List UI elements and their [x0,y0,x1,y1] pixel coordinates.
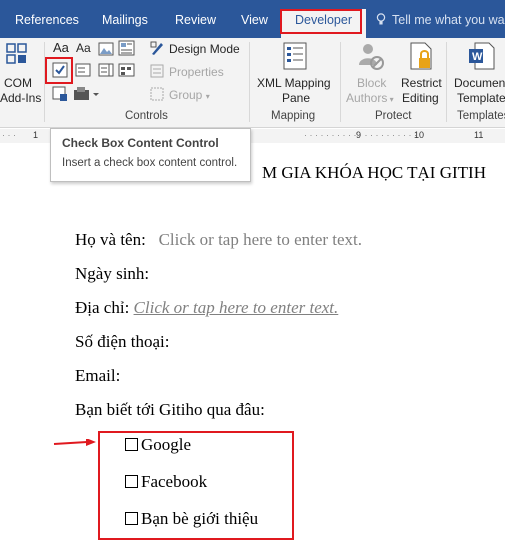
document-template-label-1[interactable]: Documen [454,76,505,90]
controls-group-label: Controls [125,110,168,122]
checkbox-icon[interactable] [125,438,138,451]
tell-me-search[interactable]: Tell me what you wa [376,13,505,27]
tab-mailings[interactable]: Mailings [102,13,148,27]
document-template-label-2[interactable]: Template [457,91,505,105]
block-authors-label-2[interactable]: Authors ▾ [346,91,394,105]
legacy-tools-icon[interactable] [73,86,101,102]
name-line: Họ và tên: Click or tap here to enter te… [75,230,362,250]
block-authors-label-1[interactable]: Block [357,76,386,90]
option-label: Google [141,435,192,454]
ruler-tick-marks: · · · · · · · · · · · · · · · · · · · · … [304,130,417,140]
check-box-control-highlight [45,57,73,84]
block-authors-icon [359,44,384,70]
chevron-down-icon: ▾ [205,92,210,101]
option-label: Facebook [141,472,208,491]
properties-icon [150,64,164,78]
dob-label: Ngày sinh: [75,264,150,283]
date-picker-control-icon[interactable] [118,62,136,78]
ribbon-developer: COM Add-Ins Aa Aa Design Mode Properties… [0,38,505,128]
svg-text:W: W [472,51,483,63]
templates-group-label: Templates [457,110,505,122]
com-addins-label-1[interactable]: COM [4,76,32,90]
tab-view[interactable]: View [241,13,268,27]
ribbon-separator [446,42,447,122]
protect-group-label: Protect [375,110,412,122]
ribbon-separator [249,42,250,122]
building-block-gallery-icon[interactable] [118,40,136,56]
plain-text-control-icon[interactable]: Aa [76,41,91,55]
design-mode-button[interactable]: Design Mode [169,42,240,56]
block-authors-text: Authors [346,91,388,105]
address-text-control[interactable]: Click or tap here to enter text. [134,298,339,317]
address-line: Địa chỉ: Click or tap here to enter text… [75,298,338,318]
group-icon [150,87,164,101]
xml-mapping-label-1[interactable]: XML Mapping [257,76,331,90]
tooltip-title: Check Box Content Control [62,136,219,150]
ruler-tick-marks: · · · [2,130,16,140]
name-text-control[interactable]: Click or tap here to enter text. [159,230,362,249]
restrict-editing-icon [410,42,432,70]
xml-mapping-label-2[interactable]: Pane [282,91,310,105]
checkbox-icon[interactable] [125,475,138,488]
source-question: Bạn biết tới Gitiho qua đâu: [75,400,265,419]
name-label: Họ và tên: [75,230,146,249]
phone-label: Số điện thoại: [75,332,170,351]
chevron-down-icon: ▾ [387,95,394,104]
repeating-section-control-icon[interactable] [52,86,68,102]
mapping-group-label: Mapping [271,110,316,122]
check-box-tooltip: Check Box Content Control Insert a check… [50,128,251,182]
ribbon-separator [340,42,341,122]
tooltip-description: Insert a check box content control. [62,157,238,169]
combo-box-control-icon[interactable] [75,62,91,78]
design-mode-icon[interactable] [150,41,165,56]
xml-mapping-pane-icon [283,42,307,70]
document-page[interactable]: M GIA KHÓA HỌC TẠI GITIH Họ và tên: Clic… [0,143,505,544]
option-friends[interactable]: Bạn bè giới thiệu [125,509,258,529]
rich-text-control-icon[interactable]: Aa [53,40,69,55]
tab-references[interactable]: References [15,13,79,27]
ribbon-tab-bar: References Mailings Review View Develope… [0,0,505,38]
option-label: Bạn bè giới thiệu [141,509,259,528]
checkbox-icon[interactable] [125,512,138,525]
document-title: M GIA KHÓA HỌC TẠI GITIH [262,163,486,182]
tell-me-text: Tell me what you wa [392,13,505,27]
group-button[interactable]: Group ▾ [169,88,210,102]
tab-review[interactable]: Review [175,13,216,27]
com-addins-icon [6,43,27,64]
ruler-number: 1 [33,130,39,140]
properties-button[interactable]: Properties [169,65,224,79]
com-addins-label-2[interactable]: Add-Ins [0,91,41,105]
address-label: Địa chỉ: [75,298,130,317]
restrict-editing-label-1[interactable]: Restrict [401,76,442,90]
document-template-icon: W [469,42,495,70]
option-google[interactable]: Google [125,435,191,455]
group-label: Group [169,88,203,102]
restrict-editing-label-2[interactable]: Editing [402,91,439,105]
arrow-right-icon [53,439,96,446]
drop-down-list-control-icon[interactable] [98,62,114,78]
tab-developer[interactable]: Developer [281,9,366,38]
lightbulb-icon [376,13,386,25]
picture-control-icon[interactable] [98,42,114,56]
email-label: Email: [75,366,121,385]
option-facebook[interactable]: Facebook [125,472,207,492]
ruler-number: 11 [474,130,484,140]
